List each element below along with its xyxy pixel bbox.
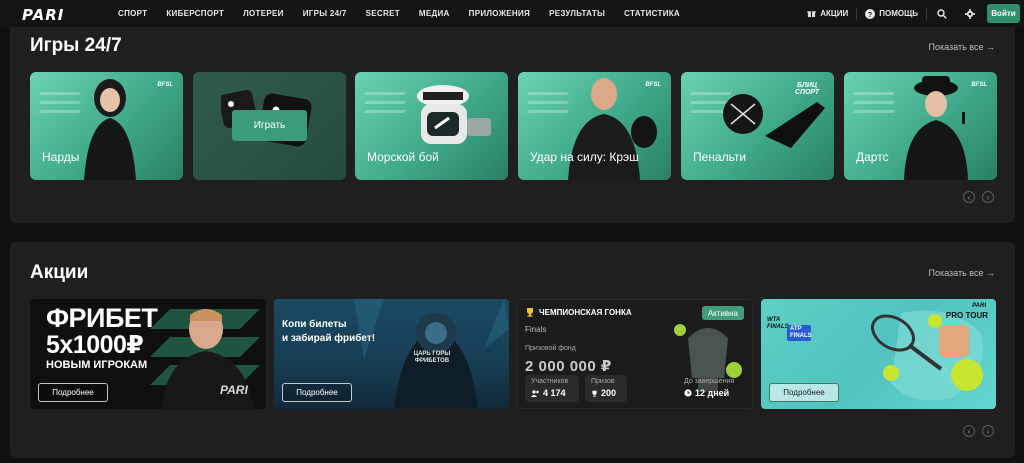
race-subtitle: Finals [525, 325, 547, 334]
freebet-amount: 5x1000₽ [46, 331, 144, 359]
darts-player-figure [904, 76, 968, 180]
tickets-text-line: и забирай фрибет! [282, 333, 376, 344]
promotions-label: АКЦИИ [820, 9, 849, 18]
games-title: Игры 24/7 [30, 35, 122, 56]
users-icon [531, 389, 539, 397]
until-value: 12 дней [684, 388, 738, 398]
ball-boot-icon [723, 94, 825, 148]
main-nav: СПОРТ КИБЕРСПОРТ ЛОТЕРЕИ ИГРЫ 24/7 SECRE… [118, 0, 680, 27]
carousel-prev-button[interactable]: ‹ [963, 425, 975, 437]
nav-statistics[interactable]: СТАТИСТИКА [624, 9, 680, 18]
play-button[interactable]: Играть [232, 110, 307, 141]
promotions-section: Акции Показать все → ФРИБЕТ 5x1000₽ НОВЫ… [10, 242, 1015, 458]
boxer-figure [568, 78, 657, 180]
until-label: До завершения [684, 378, 735, 385]
participants-count: 4 174 [543, 388, 566, 398]
pro-tour-details-button[interactable]: Подробнее [769, 383, 839, 402]
pro-tour-brand: PRO TOUR [945, 311, 988, 320]
prizes-value: 200 [591, 388, 621, 398]
game-card-label: Морской бой [367, 150, 439, 164]
until-stat: До завершения 12 дней [678, 375, 744, 402]
carousel-next-button[interactable]: › [982, 191, 994, 203]
freebet-details-button[interactable]: Подробнее [38, 383, 108, 402]
prizes-label: Призов [591, 378, 615, 385]
promotions-title: Акции [30, 262, 89, 283]
freebet-subtitle: НОВЫМ ИГРОКАМ [46, 359, 148, 371]
gear-icon [965, 8, 975, 19]
race-title: ЧЕМПИОНСКАЯ ГОНКА [539, 307, 632, 317]
promo-card-pro-tour[interactable]: PARI PRO TOUR WTA FINALS ATP FINALS Подр… [761, 299, 996, 409]
help-icon: ? [865, 8, 876, 19]
stripe-decoration [364, 92, 406, 126]
nav-sport[interactable]: СПОРТ [118, 9, 147, 18]
settings-button[interactable] [963, 7, 977, 21]
game-card-sea-battle[interactable]: Морской бой [355, 72, 508, 180]
nav-media[interactable]: МЕДИА [419, 9, 450, 18]
promo-card-tickets[interactable]: ЦАРЬ ГОРЫ ФРИБЕТОВ Копи билеты и забирай… [274, 299, 509, 409]
game-card-nardy[interactable]: BFSL Нарды [30, 72, 183, 180]
participants-value: 4 174 [531, 388, 573, 398]
carousel-next-button[interactable]: › [982, 425, 994, 437]
participants-label: Участников [531, 378, 569, 385]
nav-secret[interactable]: SECRET [366, 9, 400, 18]
stripe-decoration [39, 92, 81, 126]
pro-tour-brand-top: PARI [972, 303, 986, 309]
prizes-stat: Призов 200 [585, 375, 627, 402]
tickets-text: Копи билеты и забирай фрибет! [282, 318, 375, 346]
tickets-text-line: Копи билеты [282, 319, 347, 330]
nav-lotteries[interactable]: ЛОТЕРЕИ [243, 9, 284, 18]
games-show-all-link[interactable]: Показать все → [929, 42, 995, 52]
nav-esports[interactable]: КИБЕРСПОРТ [166, 9, 224, 18]
help-link[interactable]: ? ПОМОЩЬ [865, 8, 918, 19]
stripe-decoration [853, 92, 895, 126]
trophy-icon [527, 308, 533, 317]
nav-games[interactable]: ИГРЫ 24/7 [303, 9, 347, 18]
nav-apps[interactable]: ПРИЛОЖЕНИЯ [469, 9, 530, 18]
promotions-show-all-link[interactable]: Показать все → [929, 268, 995, 278]
carousel-prev-button[interactable]: ‹ [963, 191, 975, 203]
search-button[interactable] [935, 7, 949, 21]
gift-icon [807, 11, 816, 18]
promo-card-championship-race[interactable]: ЧЕМПИОНСКАЯ ГОНКА Активна Finals Призово… [517, 299, 753, 409]
prizes-count: 200 [601, 388, 617, 398]
promotions-link[interactable]: АКЦИИ [807, 9, 848, 18]
cup-icon [592, 390, 597, 397]
player-figure [84, 79, 136, 180]
search-icon [937, 8, 947, 19]
game-card-label: Удар на силу: Крэш [530, 150, 639, 164]
prize-fund-label: Призовой фонд [525, 345, 576, 352]
freebet-shirt-logo: PARI [220, 383, 248, 397]
top-bar: PARI СПОРТ КИБЕРСПОРТ ЛОТЕРЕИ ИГРЫ 24/7 … [0, 0, 1024, 27]
svg-text:?: ? [868, 12, 872, 19]
game-card-label: Нарды [42, 150, 80, 164]
pari-logo[interactable]: PARI [22, 6, 64, 24]
wta-finals-logo: WTA FINALS [767, 317, 789, 330]
participants-stat: Участников 4 174 [525, 375, 579, 402]
until-days: 12 дней [695, 388, 730, 398]
game-card-label: Дартс [856, 150, 889, 164]
prize-fund-value: 2 000 000 ₽ [525, 358, 612, 375]
clock-icon [684, 389, 692, 397]
promo-card-freebet[interactable]: ФРИБЕТ 5x1000₽ НОВЫМ ИГРОКАМ PARI Подроб… [30, 299, 266, 409]
header-actions: АКЦИИ ? ПОМОЩЬ Войти [807, 0, 1024, 27]
tickets-art-text: ЦАРЬ ГОРЫ ФРИБЕТОВ [413, 351, 451, 364]
tickets-details-button[interactable]: Подробнее [282, 383, 352, 402]
divider [926, 7, 927, 20]
game-card-darts[interactable]: BFSL Дартс [844, 72, 997, 180]
status-badge: Активна [701, 306, 744, 320]
game-card-label: Пенальти [693, 150, 747, 164]
help-label: ПОМОЩЬ [879, 9, 918, 18]
divider [856, 7, 858, 20]
game-card-dice[interactable]: Играть [193, 72, 346, 180]
game-card-penalty[interactable]: БЛИЦ СПОРТ Пенальти [681, 72, 834, 180]
game-card-punch-crash[interactable]: BFSL Удар на силу: Крэш [518, 72, 671, 180]
race-header: ЧЕМПИОНСКАЯ ГОНКА [525, 307, 632, 317]
nav-results[interactable]: РЕЗУЛЬТАТЫ [549, 9, 605, 18]
login-button[interactable]: Войти [987, 4, 1020, 23]
game-brand: BFSL [157, 82, 173, 88]
games-section: Игры 24/7 Показать все → BFSL Нарды Игра… [10, 27, 1015, 223]
atp-finals-logo: ATP FINALS [787, 325, 812, 341]
